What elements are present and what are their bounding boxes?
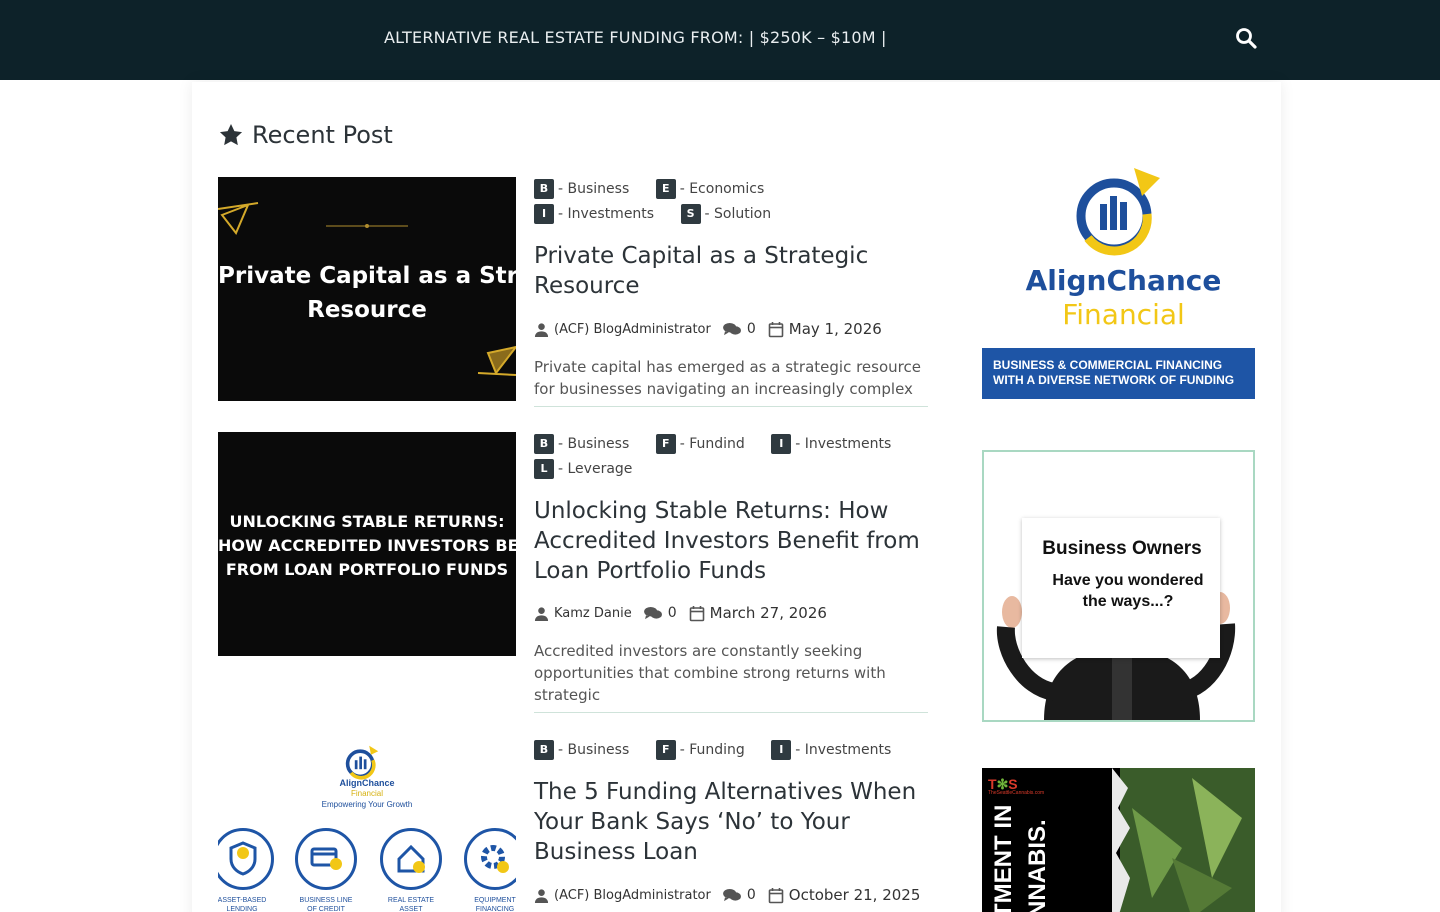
equipment-icon — [464, 828, 516, 890]
post-meta: Kamz Danie 0 March 27, 2026 — [534, 604, 839, 622]
post-categories: B- Business F- Funding I- Investments — [534, 738, 914, 763]
ad-heading: Business Owners — [1042, 538, 1202, 559]
credit-line-icon — [295, 828, 357, 890]
post-divider — [534, 712, 928, 713]
service-label: ASSET-BASED LENDING — [218, 897, 267, 912]
ad-banner: BUSINESS & COMMERCIAL FINANCING WITH A D… — [982, 348, 1255, 399]
category-tag[interactable]: I- Investments — [534, 202, 654, 227]
ad-line: the ways...? — [1082, 593, 1174, 610]
category-tag[interactable]: B- Business — [534, 738, 629, 763]
alignchance-logo-icon — [345, 745, 379, 780]
comment-count[interactable]: 0 — [747, 321, 756, 337]
post-meta: (ACF) BlogAdministrator 0 May 1, 2026 — [534, 320, 894, 338]
category-tag[interactable]: B- Business — [534, 177, 629, 202]
ad-brand: AlignChance — [1025, 264, 1222, 297]
section-title: Recent Post — [252, 121, 393, 149]
post-author[interactable]: (ACF) BlogAdministrator — [554, 888, 711, 903]
ad-brand-sub: Financial — [1062, 298, 1185, 331]
gold-ornament-icon — [218, 202, 516, 376]
category-tag[interactable]: F- Funding — [655, 738, 745, 763]
comments-icon — [722, 322, 741, 335]
thumb-brand-sub: Financial — [350, 789, 383, 798]
thumb-caption: Resource — [307, 297, 427, 323]
post-excerpt: Private capital has emerged as a strateg… — [534, 358, 921, 398]
post-meta: (ACF) BlogAdministrator 0 October 21, 20… — [534, 886, 932, 904]
star-icon — [219, 123, 243, 146]
section-heading: Recent Post — [218, 121, 393, 149]
category-tag[interactable]: L- Leverage — [534, 457, 632, 482]
site-url: TheSeattleCannabis.com — [988, 790, 1045, 796]
service-label: EQUIPMENT FINANCING — [474, 897, 516, 912]
thumb-brand: AlignChance — [339, 778, 395, 788]
calendar-icon — [768, 887, 784, 903]
post-title-link[interactable]: The 5 Funding Alternatives When Your Ban… — [534, 777, 924, 867]
thumb-caption: UNLOCKING STABLE RETURNS: — [229, 512, 505, 531]
ad-big-text: NNABIS. — [1024, 819, 1051, 912]
ad-line: Have you wondered — [1052, 572, 1204, 589]
search-icon[interactable] — [1234, 26, 1258, 50]
post-date: May 1, 2026 — [788, 320, 882, 338]
thumb-caption: Private Capital as a Strategic — [218, 263, 516, 289]
service-label: REAL ESTATE ASSET — [387, 897, 435, 912]
post-divider — [534, 406, 928, 407]
comment-count[interactable]: 0 — [747, 887, 756, 903]
post-author[interactable]: Kamz Danie — [554, 606, 632, 621]
calendar-icon — [768, 321, 784, 337]
post-author[interactable]: (ACF) BlogAdministrator — [554, 322, 711, 337]
comments-icon — [643, 606, 662, 619]
post-categories: B- Business E- Economics I- Investments … — [534, 177, 914, 227]
post-excerpt: Accredited investors are constantly seek… — [534, 642, 886, 704]
calendar-icon — [689, 605, 704, 621]
user-icon — [534, 322, 549, 337]
comment-count[interactable]: 0 — [668, 605, 677, 621]
ad-big-text: TMENT IN — [990, 804, 1017, 912]
post-thumbnail[interactable]: Private Capital as a Strategic Resource — [218, 177, 516, 401]
service-label: BUSINESS LINE OF CREDIT — [299, 897, 353, 912]
user-icon — [534, 606, 549, 621]
post-title-link[interactable]: Private Capital as a Strategic Resource — [534, 241, 924, 301]
alignchance-logo-icon — [1076, 168, 1160, 256]
thumb-tagline: Empowering Your Growth — [321, 800, 413, 809]
real-estate-icon — [380, 828, 442, 890]
thumb-caption: FROM LOAN PORTFOLIO FUNDS — [225, 560, 509, 579]
post-title-link[interactable]: Unlocking Stable Returns: How Accredited… — [534, 496, 924, 586]
thumb-caption: HOW ACCREDITED INVESTORS BENEFIT — [218, 536, 516, 555]
top-header: ALTERNATIVE REAL ESTATE FUNDING FROM: | … — [0, 0, 1440, 80]
sidebar-ad-alignchance[interactable]: AlignChance Financial BUSINESS & COMMERC… — [982, 128, 1255, 400]
category-tag[interactable]: I- Investments — [771, 432, 891, 457]
comments-icon — [722, 888, 741, 901]
header-tagline: ALTERNATIVE REAL ESTATE FUNDING FROM: | … — [384, 28, 887, 47]
category-tag[interactable]: E- Economics — [655, 177, 764, 202]
sidebar-ad-business-owners[interactable]: Business Owners Have you wondered the wa… — [982, 450, 1255, 722]
category-tag[interactable]: B- Business — [534, 432, 629, 457]
category-tag[interactable]: S- Solution — [680, 202, 771, 227]
category-tag[interactable]: F- Fundind — [655, 432, 745, 457]
user-icon — [534, 888, 549, 903]
post-categories: B- Business F- Fundind I- Investments L-… — [534, 432, 914, 482]
post-date: March 27, 2026 — [709, 604, 827, 622]
category-tag[interactable]: I- Investments — [771, 738, 891, 763]
sidebar-ad-cannabis[interactable]: T✻S TheSeattleCannabis.com TMENT IN NNAB… — [982, 768, 1255, 912]
post-thumbnail[interactable]: AlignChance Financial Empowering Your Gr… — [218, 738, 516, 912]
asset-lending-icon — [218, 828, 274, 890]
post-thumbnail[interactable]: UNLOCKING STABLE RETURNS: HOW ACCREDITED… — [218, 432, 516, 656]
post-date: October 21, 2025 — [788, 886, 921, 904]
